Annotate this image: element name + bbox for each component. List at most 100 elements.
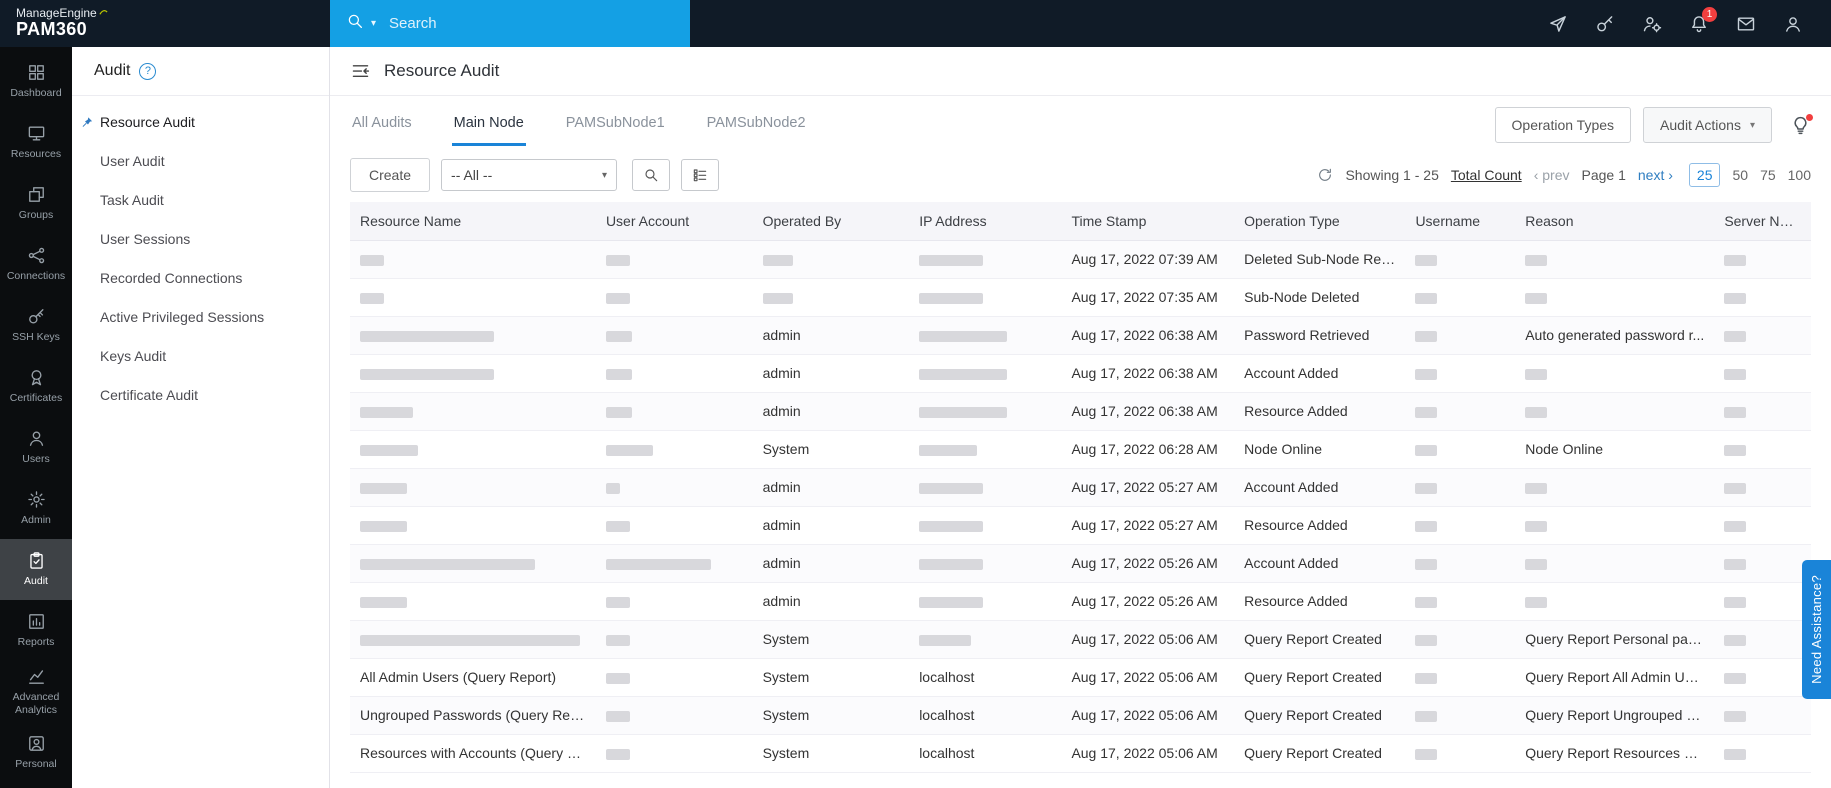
sidebar-item-personal[interactable]: Personal xyxy=(0,722,72,783)
table-row[interactable]: System Aug 17, 2022 05:06 AM Query Report … xyxy=(350,620,1811,659)
tab-pamsubnode2[interactable]: PAMSubNode2 xyxy=(705,104,808,146)
table-cell: localhost xyxy=(909,696,1062,735)
column-chooser-button[interactable] xyxy=(681,159,720,191)
column-header[interactable]: Server Name xyxy=(1714,202,1811,241)
table-row[interactable]: System Aug 17, 2022 06:28 AM Node Online No… xyxy=(350,430,1811,469)
table-row[interactable]: Aug 17, 2022 07:39 AM Deleted Sub-Node Re… xyxy=(350,240,1811,279)
sidebar-item-reports[interactable]: Reports xyxy=(0,600,72,661)
tab-main-node[interactable]: Main Node xyxy=(451,104,526,146)
help-icon[interactable]: ? xyxy=(139,62,157,80)
sidebar-item-audit[interactable]: Audit xyxy=(0,539,72,600)
table-row[interactable]: Ungrouped Passwords (Query Report) System… xyxy=(350,696,1811,735)
page-size-50[interactable]: 50 xyxy=(1732,167,1748,183)
sidebar-item-certificates[interactable]: Certificates xyxy=(0,356,72,417)
column-header[interactable]: IP Address xyxy=(909,202,1062,241)
next-page-link[interactable]: next › xyxy=(1638,167,1673,183)
table-cell xyxy=(1405,734,1516,773)
brand-logo[interactable]: ManageEngine PAM360 xyxy=(0,0,330,47)
sidebar-item-connections[interactable]: Connections xyxy=(0,234,72,295)
sidebar-item-keys-audit[interactable]: Keys Audit xyxy=(72,336,329,375)
bell-icon[interactable]: 1 xyxy=(1689,6,1717,34)
sidebar-item-users[interactable]: Users xyxy=(0,417,72,478)
tab-all-audits[interactable]: All Audits xyxy=(350,104,414,146)
redacted-value xyxy=(1415,254,1438,266)
admin-icon xyxy=(27,490,46,509)
table-row[interactable]: admin Aug 17, 2022 06:38 AM Resource Added xyxy=(350,392,1811,431)
sidebar-item-task-audit[interactable]: Task Audit xyxy=(72,180,329,219)
table-cell: All Admin Users (Query Report) xyxy=(350,658,596,697)
operation-type-filter-select[interactable]: -- All -- ▾ xyxy=(441,159,618,191)
table-cell: admin xyxy=(752,506,910,545)
redacted-value xyxy=(1724,406,1747,418)
column-header[interactable]: User Account xyxy=(595,202,753,241)
refresh-icon[interactable] xyxy=(1317,167,1333,183)
dashboard-icon xyxy=(27,63,46,82)
sidebar-item-advanced-analytics[interactable]: Advanced Analytics xyxy=(0,661,72,722)
page-size-75[interactable]: 75 xyxy=(1760,167,1776,183)
table-row[interactable]: Resources with Accounts (Query Re... Syst… xyxy=(350,734,1811,773)
table-cell xyxy=(595,544,753,583)
page-size-100[interactable]: 100 xyxy=(1788,167,1811,183)
table-cell xyxy=(909,506,1062,545)
table-cell: admin xyxy=(752,468,910,507)
column-header[interactable]: Reason xyxy=(1515,202,1715,241)
tab-pamsubnode1[interactable]: PAMSubNode1 xyxy=(564,104,667,146)
page-size-25[interactable]: 25 xyxy=(1688,163,1721,187)
search-icon[interactable] xyxy=(346,12,364,35)
table-cell: Node Online xyxy=(1515,430,1715,469)
table-row[interactable]: admin Aug 17, 2022 05:26 AM Account Added xyxy=(350,544,1811,583)
tips-bulb-icon[interactable] xyxy=(1790,113,1813,136)
table-row[interactable]: admin Aug 17, 2022 05:27 AM Account Added xyxy=(350,468,1811,507)
user-settings-icon[interactable] xyxy=(1642,14,1662,34)
column-header[interactable]: Username xyxy=(1405,202,1516,241)
sidebar-item-resources[interactable]: Resources xyxy=(0,112,72,173)
sidebar-item-label: Certificate Audit xyxy=(100,386,199,403)
table-cell: Query Report Resources wit... xyxy=(1515,734,1715,773)
redacted-value xyxy=(605,368,632,380)
sidebar-item-user-audit[interactable]: User Audit xyxy=(72,141,329,180)
table-cell xyxy=(909,544,1062,583)
prev-page-link[interactable]: ‹ prev xyxy=(1534,167,1570,183)
sidebar-item-certificate-audit[interactable]: Certificate Audit xyxy=(72,375,329,414)
table-row[interactable]: All Admin Users (Query Report) System loca… xyxy=(350,658,1811,697)
sidebar-item-label: Personal xyxy=(15,758,57,771)
column-header[interactable]: Resource Name xyxy=(350,202,596,241)
search-input[interactable] xyxy=(389,15,630,32)
collapse-sidebar-icon[interactable] xyxy=(350,61,371,82)
table-row[interactable]: admin Aug 17, 2022 05:27 AM Resource Added xyxy=(350,506,1811,545)
sidebar-item-user-sessions[interactable]: User Sessions xyxy=(72,219,329,258)
redacted-value xyxy=(1415,672,1438,684)
table-cell: Query Report Created xyxy=(1234,696,1406,735)
redacted-value xyxy=(1724,292,1747,304)
redacted-value xyxy=(1415,330,1438,342)
audit-actions-button[interactable]: Audit Actions ▾ xyxy=(1643,107,1772,143)
sidebar-item-resource-audit[interactable]: Resource Audit xyxy=(72,102,329,141)
column-header[interactable]: Operated By xyxy=(752,202,910,241)
table-row[interactable]: admin Aug 17, 2022 06:38 AM Password Retri… xyxy=(350,316,1811,355)
column-header[interactable]: Operation Type xyxy=(1234,202,1406,241)
key-icon[interactable] xyxy=(1595,14,1615,34)
column-header[interactable]: Time Stamp xyxy=(1061,202,1235,241)
table-search-button[interactable] xyxy=(632,159,671,191)
sidebar-item-dashboard[interactable]: Dashboard xyxy=(0,51,72,112)
sidebar-item-active-privileged-sessions[interactable]: Active Privileged Sessions xyxy=(72,297,329,336)
need-assistance-tab[interactable]: Need Assistance? xyxy=(1802,560,1831,699)
table-row[interactable]: Aug 17, 2022 07:35 AM Sub-Node Deleted xyxy=(350,278,1811,317)
profile-icon[interactable] xyxy=(1783,14,1803,34)
mail-icon[interactable] xyxy=(1736,14,1756,34)
send-icon[interactable] xyxy=(1548,14,1568,34)
table-row[interactable]: admin Aug 17, 2022 05:26 AM Resource Added xyxy=(350,582,1811,621)
pin-icon xyxy=(81,115,94,128)
table-cell xyxy=(595,734,753,773)
search-category-caret-icon[interactable]: ▾ xyxy=(371,18,376,29)
operation-types-button[interactable]: Operation Types xyxy=(1494,107,1632,143)
redacted-value xyxy=(1724,330,1747,342)
redacted-value xyxy=(360,330,494,342)
sidebar-item-ssh-keys[interactable]: SSH Keys xyxy=(0,295,72,356)
create-button[interactable]: Create xyxy=(350,158,431,192)
total-count-link[interactable]: Total Count xyxy=(1451,167,1522,183)
table-row[interactable]: admin Aug 17, 2022 06:38 AM Account Added xyxy=(350,354,1811,393)
sidebar-item-recorded-connections[interactable]: Recorded Connections xyxy=(72,258,329,297)
sidebar-item-admin[interactable]: Admin xyxy=(0,478,72,539)
sidebar-item-groups[interactable]: Groups xyxy=(0,173,72,234)
